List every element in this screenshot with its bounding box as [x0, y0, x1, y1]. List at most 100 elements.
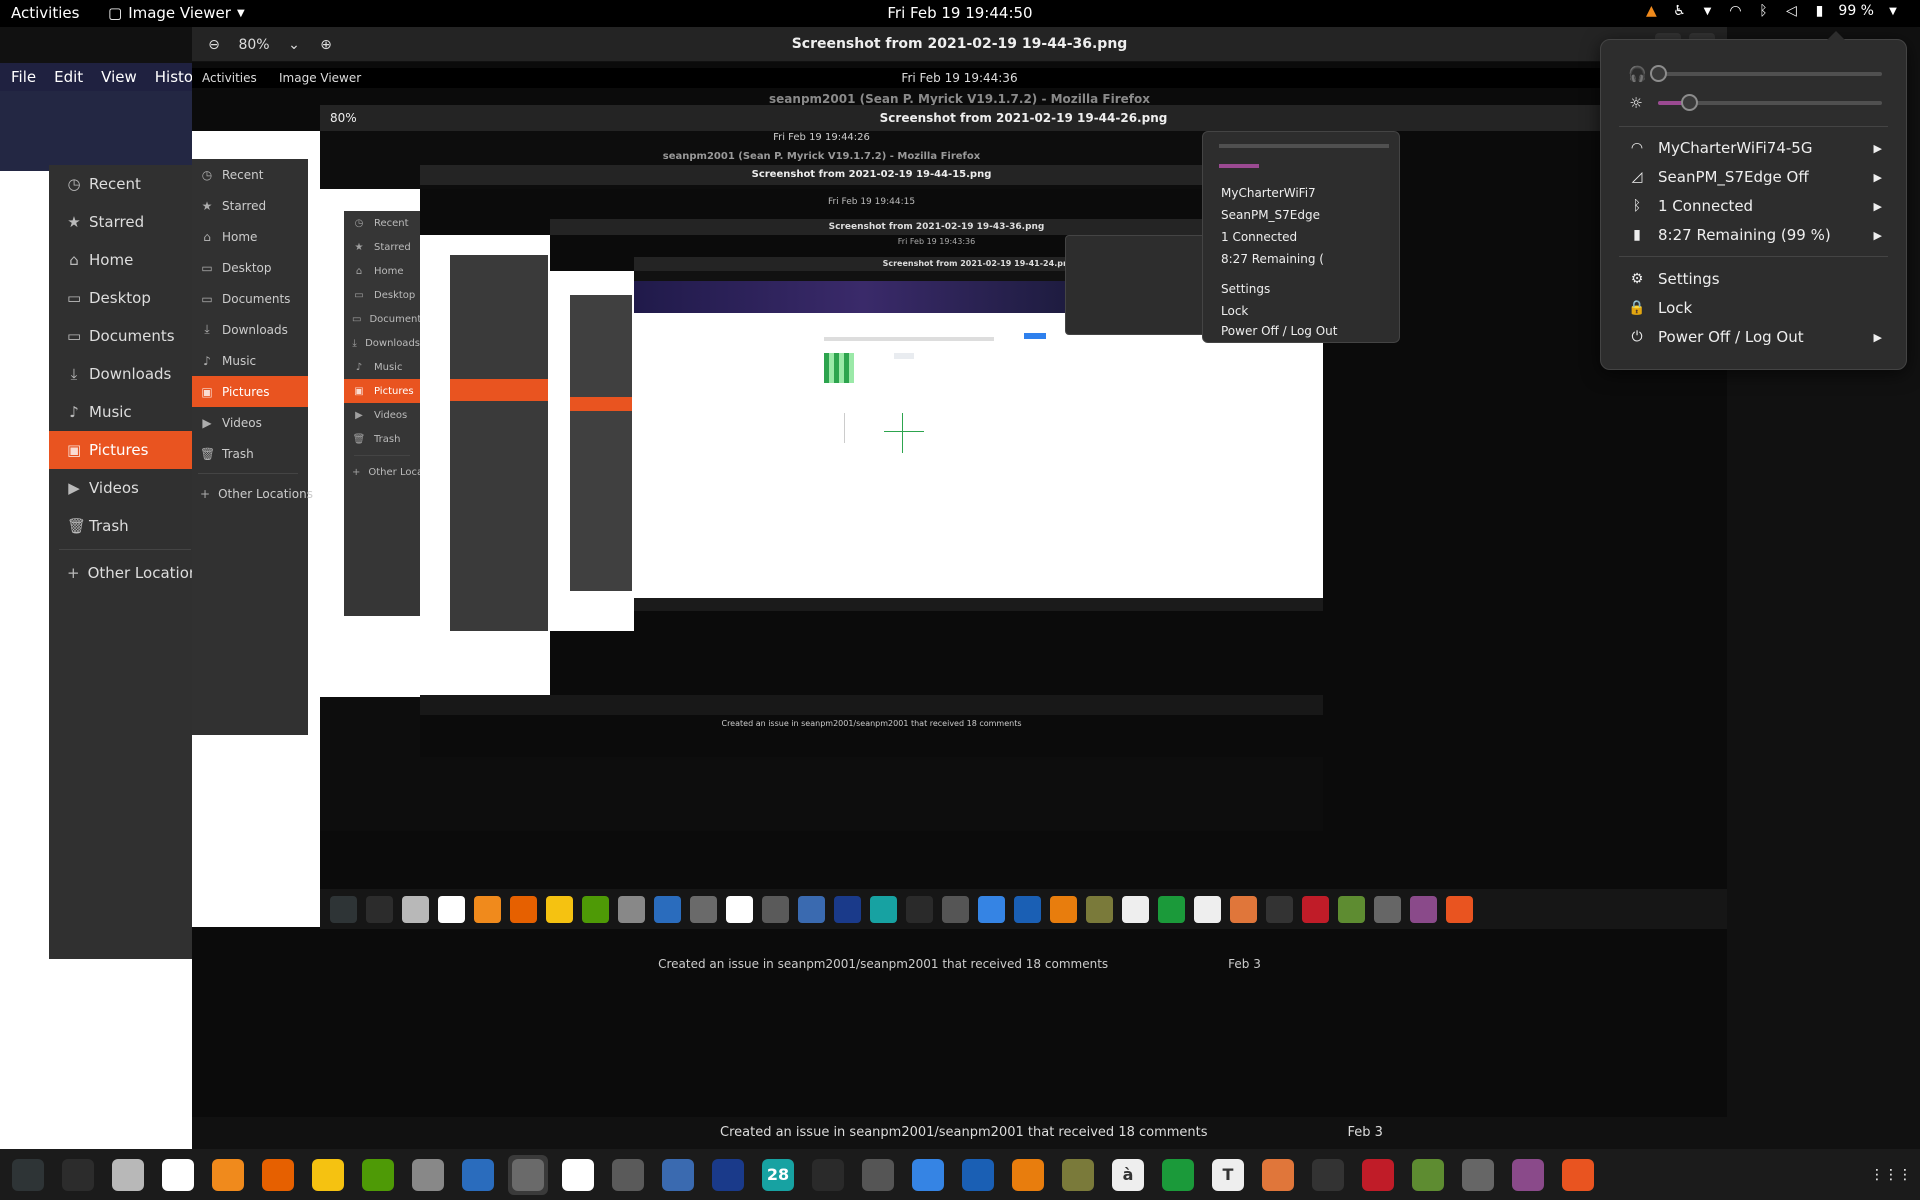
dock-item[interactable]: [458, 1155, 498, 1195]
hotspot-item[interactable]: ◿ SeanPM_S7Edge Off ▶: [1628, 165, 1882, 189]
dock-item[interactable]: [358, 1155, 398, 1195]
brightness-slider-row: ☼: [1628, 94, 1882, 112]
sidebar-item-starred[interactable]: ★ Starred: [192, 190, 308, 221]
dock-item[interactable]: [1458, 1155, 1498, 1195]
dock-item[interactable]: [408, 1155, 448, 1195]
sidebar-item-videos[interactable]: ▶ Videos: [344, 403, 420, 427]
volume-slider[interactable]: [1650, 65, 1882, 82]
sidebar-item-music[interactable]: ♪ Music: [49, 393, 201, 431]
sidebar-item-trash[interactable]: 🗑 Trash: [49, 507, 201, 545]
nested-battery: 8:27 Remaining (: [1221, 252, 1324, 266]
power-item[interactable]: ⏻ Power Off / Log Out ▶: [1628, 325, 1882, 349]
dock-item[interactable]: [258, 1155, 298, 1195]
trash-icon: 🗑: [200, 446, 216, 461]
dock-item[interactable]: 28: [758, 1155, 798, 1195]
dock-item[interactable]: à: [1108, 1155, 1148, 1195]
vlc-tray-icon[interactable]: ▲: [1642, 3, 1660, 19]
sidebar-item-pictures[interactable]: ▣ Pictures: [192, 376, 308, 407]
dock-item[interactable]: [8, 1155, 48, 1195]
sidebar-item-trash[interactable]: 🗑 Trash: [344, 427, 420, 451]
sidebar-item-other-locations[interactable]: + Other Locations: [344, 460, 447, 484]
menu-file[interactable]: File: [11, 68, 36, 86]
sidebar-item-recent[interactable]: ◷ Recent: [49, 165, 201, 203]
background-caption-row: Created an issue in seanpm2001/seanpm200…: [720, 1125, 1383, 1140]
dock-item[interactable]: [1308, 1155, 1348, 1195]
sidebar-item-starred[interactable]: ★ Starred: [344, 235, 420, 259]
sidebar-item-desktop[interactable]: ▭ Desktop: [49, 279, 201, 317]
software-center-icon: [1446, 895, 1473, 923]
sidebar-item-trash[interactable]: 🗑 Trash: [192, 438, 308, 469]
battery-icon: ▮: [1633, 227, 1641, 243]
dock-item[interactable]: [508, 1154, 548, 1195]
sidebar-item-recent[interactable]: ◷ Recent: [344, 211, 420, 235]
dock-item[interactable]: [1158, 1155, 1198, 1195]
volume-knob[interactable]: [1650, 65, 1667, 82]
sidebar-item-videos[interactable]: ▶ Videos: [192, 407, 308, 438]
sidebar-item-desktop[interactable]: ▭ Desktop: [192, 252, 308, 283]
sidebar-item-pictures[interactable]: ▣ Pictures: [344, 379, 420, 403]
dock-item[interactable]: [858, 1155, 898, 1195]
sidebar-item-pictures[interactable]: ▣ Pictures: [49, 431, 201, 469]
dock-item[interactable]: T: [1208, 1155, 1248, 1195]
wifi-item[interactable]: ◠ MyCharterWiFi74-5G ▶: [1628, 136, 1882, 160]
bluetooth-item[interactable]: ᛒ 1 Connected ▶: [1628, 194, 1882, 218]
sidebar-item-videos[interactable]: ▶ Videos: [49, 469, 201, 507]
sidebar-item-music[interactable]: ♪ Music: [344, 355, 420, 379]
sidebar-item-documents[interactable]: ▭ Documents: [49, 317, 201, 355]
system-tray[interactable]: ▲ ♿ ▼ ◠ ᛒ ◁ ▮ 99 % ▼: [1642, 3, 1902, 19]
brightness-knob[interactable]: [1681, 94, 1699, 111]
dock-item[interactable]: [1008, 1155, 1048, 1195]
dock-item[interactable]: [1058, 1155, 1098, 1195]
dock-item[interactable]: [58, 1155, 98, 1195]
dock-item[interactable]: [908, 1155, 948, 1195]
diamond-icon: [906, 895, 933, 923]
nested-canvas: Fri Feb 19 19:44:15 Screenshot from 2021…: [420, 189, 1323, 757]
menu-view[interactable]: View: [101, 68, 137, 86]
menu-edit[interactable]: Edit: [54, 68, 83, 86]
dock-item[interactable]: [1558, 1155, 1598, 1195]
clock[interactable]: Fri Feb 19 19:44:50: [0, 4, 1920, 22]
dock-item[interactable]: [308, 1155, 348, 1195]
dock-item[interactable]: [1408, 1155, 1448, 1195]
sidebar-item-starred[interactable]: ★ Starred: [49, 203, 201, 241]
battery-label: 8:27 Remaining (99 %): [1658, 226, 1831, 244]
settings-item[interactable]: ⚙ Settings: [1628, 267, 1882, 291]
lock-item[interactable]: 🔒 Lock: [1628, 296, 1882, 320]
firefox-icon: [510, 895, 537, 923]
dock-item[interactable]: [608, 1155, 648, 1195]
sidebar-item-music[interactable]: ♪ Music: [192, 345, 308, 376]
chevron-down-icon[interactable]: ▼: [1884, 6, 1902, 17]
dock-item[interactable]: [808, 1155, 848, 1195]
sidebar-item-home[interactable]: ⌂ Home: [344, 259, 420, 283]
sidebar-item-other-locations[interactable]: + Other Locations: [192, 478, 313, 509]
brightness-slider[interactable]: [1658, 94, 1882, 111]
battery-item[interactable]: ▮ 8:27 Remaining (99 %) ▶: [1628, 223, 1882, 247]
sidebar-item-home[interactable]: ⌂ Home: [192, 221, 308, 252]
virtualbox-icon: [962, 1158, 994, 1191]
show-applications-icon[interactable]: ⋮⋮⋮: [1870, 1167, 1912, 1183]
sidebar-item-documents[interactable]: ▭ Documents: [344, 307, 426, 331]
sidebar-item-other-locations[interactable]: + Other Locations: [49, 554, 206, 592]
sidebar-item-home[interactable]: ⌂ Home: [49, 241, 201, 279]
sidebar-item-documents[interactable]: ▭ Documents: [192, 283, 308, 314]
dock-item[interactable]: [658, 1155, 698, 1195]
sidebar-item-desktop[interactable]: ▭ Desktop: [344, 283, 420, 307]
dock-item[interactable]: [158, 1155, 198, 1195]
sidebar-item-downloads[interactable]: ⤓ Downloads: [49, 355, 201, 393]
dock-item[interactable]: [1358, 1155, 1398, 1195]
dock-item[interactable]: [108, 1155, 148, 1195]
dock-item[interactable]: [958, 1155, 998, 1195]
dock-item[interactable]: [1508, 1155, 1548, 1195]
dock-item[interactable]: [1258, 1155, 1298, 1195]
dock-item[interactable]: [558, 1155, 598, 1195]
sidebar-item-downloads[interactable]: ⤓ Downloads: [344, 331, 420, 355]
sidebar-item-recent[interactable]: ◷ Recent: [192, 159, 308, 190]
download-icon: ⤓: [70, 365, 78, 383]
accessibility-icon[interactable]: ♿: [1670, 3, 1688, 19]
menu-history[interactable]: Histo: [155, 68, 193, 86]
sidebar-item-downloads[interactable]: ⤓ Downloads: [192, 314, 308, 345]
dock-item[interactable]: [208, 1155, 248, 1195]
chevron-down-icon[interactable]: ▼: [1698, 6, 1716, 17]
headphones-icon: 🎧: [1628, 65, 1647, 83]
dock-item[interactable]: [708, 1155, 748, 1195]
